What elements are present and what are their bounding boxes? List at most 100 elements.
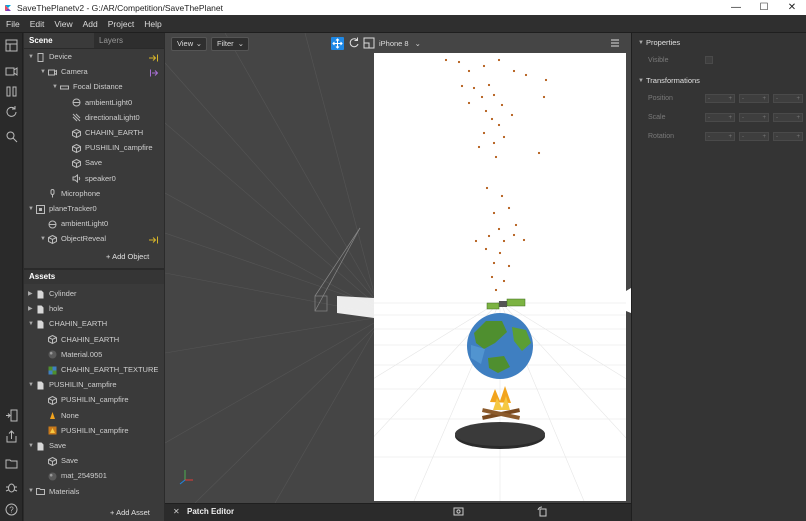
pause-icon[interactable] — [5, 85, 18, 98]
menu-view[interactable]: View — [54, 19, 72, 29]
chevron-right-icon[interactable]: ▶ — [28, 287, 36, 302]
menu-bar: File Edit View Add Project Help — [0, 15, 806, 33]
upload-folder-icon[interactable] — [5, 457, 18, 470]
app-logo-icon — [5, 4, 11, 11]
tree-item[interactable]: ▼ Materials — [28, 484, 79, 499]
tree-item[interactable]: speaker0 — [64, 171, 116, 186]
chevron-down-icon[interactable]: ▼ — [28, 439, 36, 454]
tree-item[interactable]: ambientLight0 — [64, 95, 132, 110]
send-to-device-icon[interactable] — [5, 409, 18, 422]
search-icon[interactable] — [5, 130, 18, 143]
chevron-down-icon: ⌄ — [195, 39, 202, 48]
tree-item[interactable]: ▼ Device — [28, 49, 72, 64]
add-asset-button[interactable]: + Add Asset — [110, 508, 150, 517]
tree-item[interactable]: Save — [64, 155, 102, 170]
menu-file[interactable]: File — [6, 19, 20, 29]
rotation-y-field[interactable]: - + — [739, 132, 769, 141]
tree-item[interactable]: mat_2549501 — [40, 468, 107, 483]
scale-x-field[interactable]: - + — [705, 113, 735, 122]
tree-item[interactable]: Material.005 — [40, 347, 102, 362]
add-to-device-icon[interactable] — [149, 54, 159, 62]
tree-item[interactable]: ▼ planeTracker0 — [28, 201, 97, 216]
tree-item[interactable]: None — [40, 408, 79, 423]
bug-icon[interactable] — [5, 481, 18, 494]
camera-link-icon[interactable] — [149, 69, 159, 77]
move-tool-icon[interactable] — [331, 37, 344, 50]
tree-item[interactable]: ▼ Focal Distance — [52, 79, 123, 94]
menu-help[interactable]: Help — [144, 19, 161, 29]
tab-layers[interactable]: Layers — [94, 33, 164, 48]
tree-item[interactable]: ▶ hole — [28, 301, 63, 316]
scale-y-field[interactable]: - + — [739, 113, 769, 122]
focal-icon — [60, 82, 73, 91]
object-icon — [72, 158, 85, 168]
scene-panel: Scene Layers ▼ Device ▼ Camera ▼ Focal Distan… — [24, 33, 164, 268]
chevron-down-icon[interactable]: ▼ — [28, 202, 36, 217]
patch-editor-label[interactable]: Patch Editor — [187, 507, 234, 516]
viewport[interactable]: View ⌄ Filter ⌄ iPhone 8 ⌄ — [165, 33, 631, 503]
menu-edit[interactable]: Edit — [30, 19, 45, 29]
properties-section[interactable]: ▼ Properties — [638, 38, 680, 47]
tree-item[interactable]: PUSHILIN_campfire — [40, 423, 129, 438]
minimize-button[interactable]: — — [722, 2, 750, 13]
rotation-z-field[interactable]: - + — [773, 132, 803, 141]
rotation-label: Rotation — [648, 133, 675, 140]
chevron-down-icon[interactable]: ▼ — [28, 317, 36, 332]
menu-add[interactable]: Add — [83, 19, 98, 29]
tree-item[interactable]: ambientLight0 — [40, 216, 108, 231]
scale-label: Scale — [648, 114, 666, 121]
refresh-icon[interactable] — [5, 105, 18, 118]
video-icon[interactable] — [5, 65, 18, 78]
scale-z-field[interactable]: - + — [773, 113, 803, 122]
tree-item[interactable]: PUSHILIN_campfire — [40, 392, 129, 407]
chevron-down-icon[interactable]: ▼ — [52, 80, 60, 95]
position-y-field[interactable]: - + — [739, 94, 769, 103]
rotate-tool-icon[interactable] — [348, 37, 360, 49]
tree-item[interactable]: directionalLight0 — [64, 110, 140, 125]
tree-item-label: PUSHILIN_campfire — [61, 395, 129, 405]
export-icon[interactable] — [5, 430, 18, 443]
maximize-button[interactable]: ☐ — [750, 2, 778, 13]
tree-item[interactable]: CHAHIN_EARTH — [64, 125, 143, 140]
help-icon[interactable]: ? — [5, 503, 18, 516]
tree-item[interactable]: ▼ CHAHIN_EARTH — [28, 316, 107, 331]
tree-item[interactable]: ▼ Camera — [40, 64, 88, 79]
tree-item[interactable]: Save — [40, 453, 78, 468]
phone-preview[interactable] — [173, 53, 631, 502]
view-dropdown[interactable]: View ⌄ — [171, 37, 207, 51]
position-z-field[interactable]: - + — [773, 94, 803, 103]
chevron-down-icon[interactable]: ▼ — [28, 378, 36, 393]
scale-tool-icon[interactable] — [363, 37, 375, 49]
chevron-down-icon[interactable]: ▼ — [28, 484, 36, 499]
chevron-down-icon: ⌄ — [414, 39, 421, 48]
rotate-device-icon[interactable] — [537, 506, 548, 517]
tree-item[interactable]: Microphone — [40, 186, 100, 201]
tree-item[interactable]: ▼ PUSHILIN_campfire — [28, 377, 117, 392]
tree-item[interactable]: CHAHIN_EARTH_TEXTURE — [40, 362, 158, 377]
tree-item[interactable]: ▼ Save — [28, 438, 66, 453]
tree-item[interactable]: CHAHIN_EARTH — [40, 332, 119, 347]
chevron-down-icon[interactable]: ▼ — [28, 50, 36, 65]
close-patch-editor-button[interactable]: ✕ — [173, 507, 180, 516]
visible-checkbox[interactable] — [705, 56, 713, 64]
chevron-down-icon[interactable]: ▼ — [40, 65, 48, 80]
device-dropdown[interactable]: iPhone 8 ⌄ — [379, 39, 421, 48]
transformations-section[interactable]: ▼ Transformations — [638, 76, 700, 85]
chevron-right-icon[interactable]: ▶ — [28, 302, 36, 317]
position-x-field[interactable]: - + — [705, 94, 735, 103]
tree-item[interactable]: ▼ ObjectReveal — [40, 231, 106, 246]
chevron-down-icon[interactable]: ▼ — [40, 232, 48, 247]
folder-icon — [36, 487, 49, 496]
screenshot-icon[interactable] — [453, 506, 464, 517]
layout-icon[interactable] — [5, 39, 18, 52]
reveal-arrow-icon[interactable] — [149, 236, 159, 244]
menu-icon[interactable] — [611, 39, 619, 47]
menu-project[interactable]: Project — [108, 19, 134, 29]
rotation-x-field[interactable]: - + — [705, 132, 735, 141]
tree-item[interactable]: PUSHILIN_campfire — [64, 140, 153, 155]
tree-item[interactable]: ▶ Cylinder — [28, 286, 77, 301]
close-window-button[interactable]: ✕ — [778, 2, 806, 13]
tab-scene[interactable]: Scene — [24, 33, 94, 48]
filter-dropdown[interactable]: Filter ⌄ — [211, 37, 249, 51]
add-object-button[interactable]: + Add Object — [106, 252, 149, 261]
